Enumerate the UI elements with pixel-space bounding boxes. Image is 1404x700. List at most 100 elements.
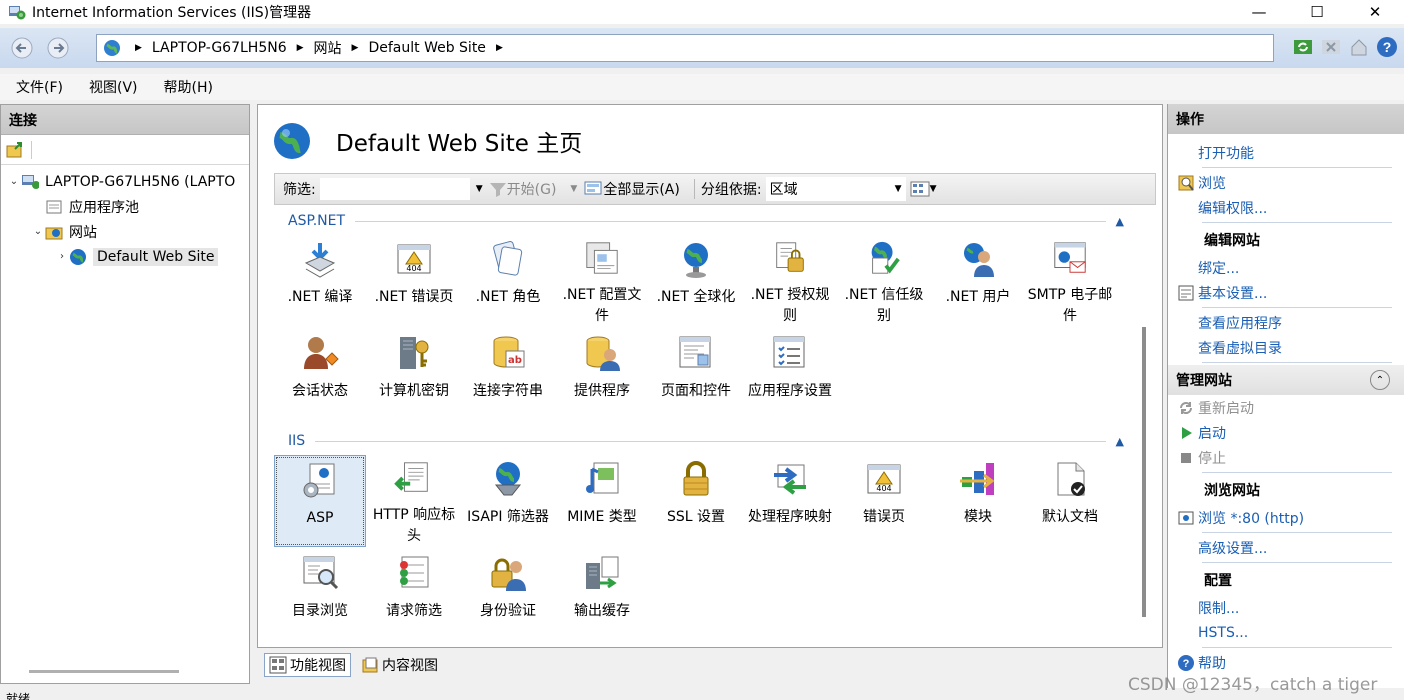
address-box[interactable]: ▶ LAPTOP-G67LH5N6 ▶ 网站 ▶ Default Web Sit… <box>96 34 1274 62</box>
machine-key-icon <box>400 337 429 369</box>
action-link[interactable]: 绑定... <box>1168 255 1404 280</box>
feature-item[interactable]: 处理程序映射 <box>744 455 836 547</box>
action-label: 查看虚拟目录 <box>1198 340 1282 357</box>
tree-node[interactable]: ⌄ 网站 <box>1 219 249 244</box>
group-heading: ASP.NET ▲ <box>288 211 1124 231</box>
feature-item[interactable]: .NET 配置文件 <box>556 235 648 327</box>
feature-item[interactable]: 提供程序 <box>556 329 648 421</box>
menu-view[interactable]: 视图(V) <box>89 77 138 97</box>
start-icon <box>1182 426 1192 439</box>
authentication-icon <box>491 558 526 591</box>
collapse-icon[interactable]: ⌃ <box>1370 370 1390 390</box>
settings-icon <box>1178 285 1194 300</box>
features-view-icon <box>269 656 287 674</box>
feature-item[interactable]: .NET 全球化 <box>650 235 742 327</box>
tree-node[interactable]: 应用程序池 <box>1 194 249 219</box>
feature-item[interactable]: 请求筛选 <box>368 549 460 641</box>
start-dropdown-icon[interactable]: ▼ <box>570 184 577 194</box>
show-all-button[interactable]: 全部显示(A) <box>583 179 680 199</box>
feature-item[interactable]: HTTP 响应标头 <box>368 455 460 547</box>
tree-node-label: Default Web Site <box>93 247 219 266</box>
feature-item[interactable]: 默认文档 <box>1024 455 1116 547</box>
collapse-icon[interactable]: ▲ <box>1116 215 1124 228</box>
action-link[interactable]: 高级设置... <box>1168 535 1404 560</box>
filter-input[interactable] <box>319 178 470 200</box>
menu-file[interactable]: 文件(F) <box>16 77 63 97</box>
feature-item[interactable]: ab 连接字符串 <box>462 329 554 421</box>
mime-icon <box>586 462 619 494</box>
action-link[interactable]: 启动 <box>1168 420 1404 445</box>
feature-item[interactable]: 页面和控件 <box>650 329 742 421</box>
feature-item[interactable]: 模块 <box>932 455 1024 547</box>
tree-node[interactable]: › Default Web Site <box>1 244 249 269</box>
ssl-lock-icon <box>683 461 709 496</box>
action-link[interactable]: HSTS... <box>1168 620 1404 645</box>
tree-node[interactable]: ⌄ LAPTOP-G67LH5N6 (LAPTO <box>1 169 249 194</box>
forward-button[interactable] <box>40 34 76 62</box>
horizontal-scrollbar[interactable] <box>29 670 179 673</box>
action-link[interactable]: 基本设置... <box>1168 280 1404 305</box>
group-by-select[interactable]: 区域 ▼ <box>765 177 906 201</box>
home-icon[interactable] <box>1348 36 1370 58</box>
connections-tree: ⌄ LAPTOP-G67LH5N6 (LAPTO 应用程序池 ⌄ 网站 › Default … <box>1 165 249 269</box>
action-link[interactable]: 打开功能 <box>1168 140 1404 165</box>
tree-toggle-icon[interactable]: › <box>55 251 69 262</box>
action-link[interactable]: 浏览 <box>1168 170 1404 195</box>
view-mode-button[interactable]: ▼ <box>910 181 937 197</box>
feature-item[interactable]: 应用程序设置 <box>744 329 836 421</box>
feature-item[interactable]: .NET 信任级别 <box>838 235 930 327</box>
start-filter-button[interactable]: 开始(G) <box>489 179 556 199</box>
tree-pool-icon <box>46 200 62 213</box>
feature-item[interactable]: .NET 编译 <box>274 235 366 327</box>
tab-content-view-label: 内容视图 <box>382 658 438 674</box>
tab-features-view[interactable]: 功能视图 <box>264 653 351 677</box>
feature-item[interactable]: ISAPI 筛选器 <box>462 455 554 547</box>
feature-item[interactable]: SSL 设置 <box>650 455 742 547</box>
action-link[interactable]: 编辑权限... <box>1168 195 1404 220</box>
feature-item[interactable]: 身份验证 <box>462 549 554 641</box>
feature-label: SSL 设置 <box>666 509 726 525</box>
page-title: Default Web Site 主页 <box>336 131 583 157</box>
action-link[interactable]: 查看应用程序 <box>1168 310 1404 335</box>
tab-content-view[interactable]: 内容视图 <box>357 653 442 677</box>
maximize-button[interactable]: ☐ <box>1288 0 1346 24</box>
tree-toggle-icon[interactable]: ⌄ <box>7 176 21 187</box>
action-link[interactable]: 限制... <box>1168 595 1404 620</box>
feature-item[interactable]: 目录浏览 <box>274 549 366 641</box>
breadcrumb-sites[interactable]: 网站 <box>314 38 342 58</box>
feature-item[interactable]: SMTP 电子邮件 <box>1024 235 1116 327</box>
restart-icon <box>1180 401 1192 414</box>
menu-help[interactable]: 帮助(H) <box>164 77 213 97</box>
minimize-button[interactable]: — <box>1230 0 1288 24</box>
feature-item[interactable]: 输出缓存 <box>556 549 648 641</box>
close-button[interactable]: ✕ <box>1346 0 1404 24</box>
feature-item[interactable]: 404 错误页 <box>838 455 930 547</box>
feature-item[interactable]: .NET 角色 <box>462 235 554 327</box>
actions-divider <box>1202 647 1392 648</box>
tree-toggle-icon[interactable]: ⌄ <box>31 226 45 237</box>
help-icon[interactable]: ? <box>1376 36 1398 58</box>
breadcrumb-server[interactable]: LAPTOP-G67LH5N6 <box>152 40 287 56</box>
vertical-scrollbar[interactable] <box>1142 327 1146 617</box>
action-link[interactable]: 查看虚拟目录 <box>1168 335 1404 360</box>
collapse-icon[interactable]: ▲ <box>1116 435 1124 448</box>
breadcrumb-site[interactable]: Default Web Site <box>368 40 485 56</box>
connect-icon[interactable] <box>5 140 27 160</box>
refresh-icon[interactable] <box>1292 36 1314 58</box>
back-button[interactable] <box>4 34 40 62</box>
feature-item[interactable]: .NET 授权规则 <box>744 235 836 327</box>
feature-item[interactable]: 会话状态 <box>274 329 366 421</box>
feature-label: 错误页 <box>863 509 905 525</box>
feature-item[interactable]: 计算机密钥 <box>368 329 460 421</box>
feature-label: 计算机密钥 <box>379 383 449 399</box>
view-tabs: 功能视图 内容视图 <box>264 652 442 678</box>
action-link[interactable]: 浏览 *:80 (http) <box>1168 505 1404 530</box>
filter-dropdown-icon[interactable]: ▼ <box>476 184 483 194</box>
crumb-arrow-icon[interactable]: ▶ <box>496 43 503 53</box>
tree-node-label: 应用程序池 <box>69 199 139 216</box>
feature-item[interactable]: .NET 用户 <box>932 235 1024 327</box>
feature-item[interactable]: ASP <box>274 455 366 547</box>
feature-item[interactable]: 404 .NET 错误页 <box>368 235 460 327</box>
stop-loading-icon[interactable] <box>1320 36 1342 58</box>
feature-item[interactable]: MIME 类型 <box>556 455 648 547</box>
